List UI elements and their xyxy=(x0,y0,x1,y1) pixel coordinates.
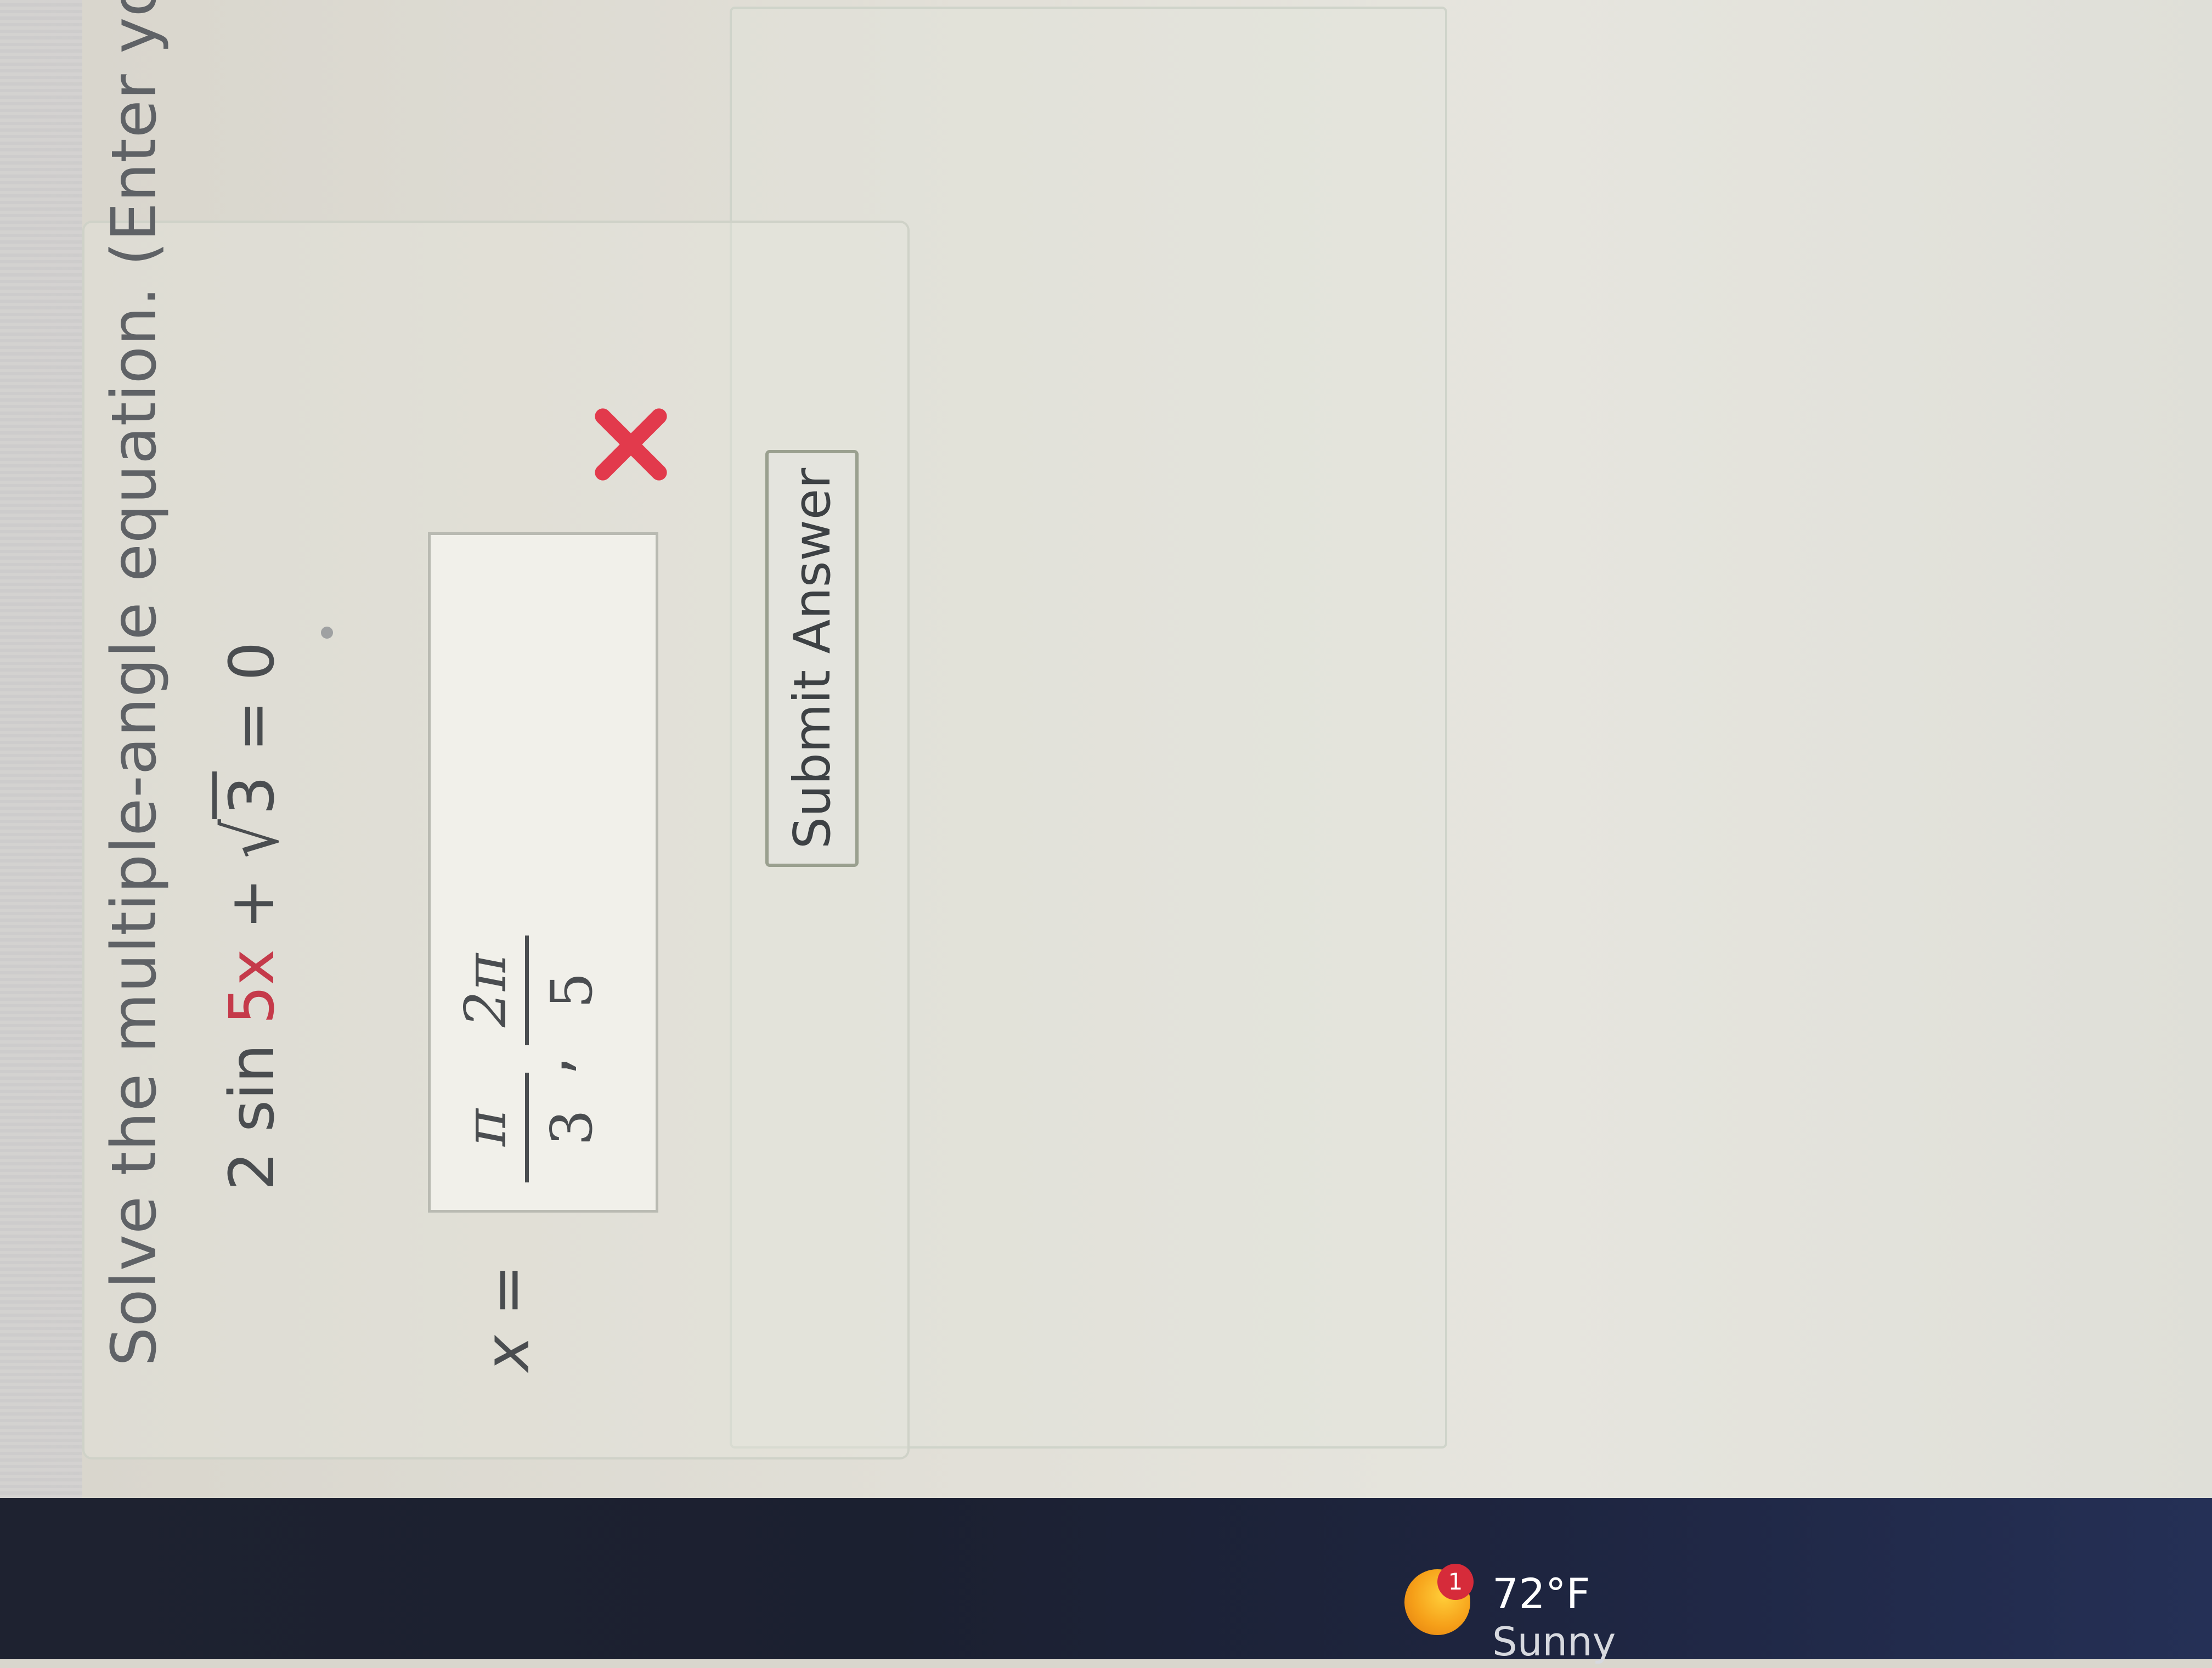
equation-rhs: = 0 xyxy=(217,641,288,771)
answer-fraction-1: π 3 xyxy=(452,1067,605,1188)
fraction-1-denominator: 3 xyxy=(538,1109,605,1146)
weather-condition: Sunny xyxy=(1492,1619,1616,1665)
notification-badge: 1 xyxy=(1437,1564,1474,1600)
page-header-strip xyxy=(0,0,82,1498)
red-x-icon xyxy=(595,408,667,481)
weather-widget[interactable]: 1 72°F Sunny xyxy=(1404,1531,1668,1668)
equation-plus: + xyxy=(217,858,288,949)
answer-variable-label: x = xyxy=(472,1264,543,1372)
fraction-1-bar xyxy=(525,1073,529,1182)
fraction-2-bar xyxy=(525,936,529,1045)
screen: Solve the multiple-angle equation. (Ente… xyxy=(0,0,2212,1665)
equation-argument: 5x xyxy=(217,949,288,1025)
sqrt-symbol: √3 xyxy=(210,771,295,858)
radical-sign-icon: √ xyxy=(210,819,295,859)
weather-temperature: 72°F xyxy=(1492,1569,1590,1618)
fraction-1-numerator: π xyxy=(452,1108,519,1147)
answer-input[interactable]: π 3 , 2π 5 xyxy=(428,532,658,1213)
radicand: 3 xyxy=(212,771,288,820)
taskbar: 1 72°F Sunny xyxy=(0,1498,2212,1665)
fraction-2-numerator: 2π xyxy=(452,953,519,1028)
fraction-2-denominator: 5 xyxy=(538,972,605,1009)
cursor-dot xyxy=(321,627,333,639)
assignment-page: Solve the multiple-angle equation. (Ente… xyxy=(0,0,2212,1498)
question-prompt: Solve the multiple-angle equation. (Ente… xyxy=(99,0,170,1366)
answer-separator: , xyxy=(513,1056,583,1075)
answer-fraction-2: 2π 5 xyxy=(452,930,605,1051)
equation: 2 sin 5x + √3 = 0 xyxy=(210,641,295,1191)
submit-answer-button[interactable]: Submit Answer xyxy=(765,450,859,867)
equation-coefficient: 2 sin xyxy=(217,1024,288,1191)
